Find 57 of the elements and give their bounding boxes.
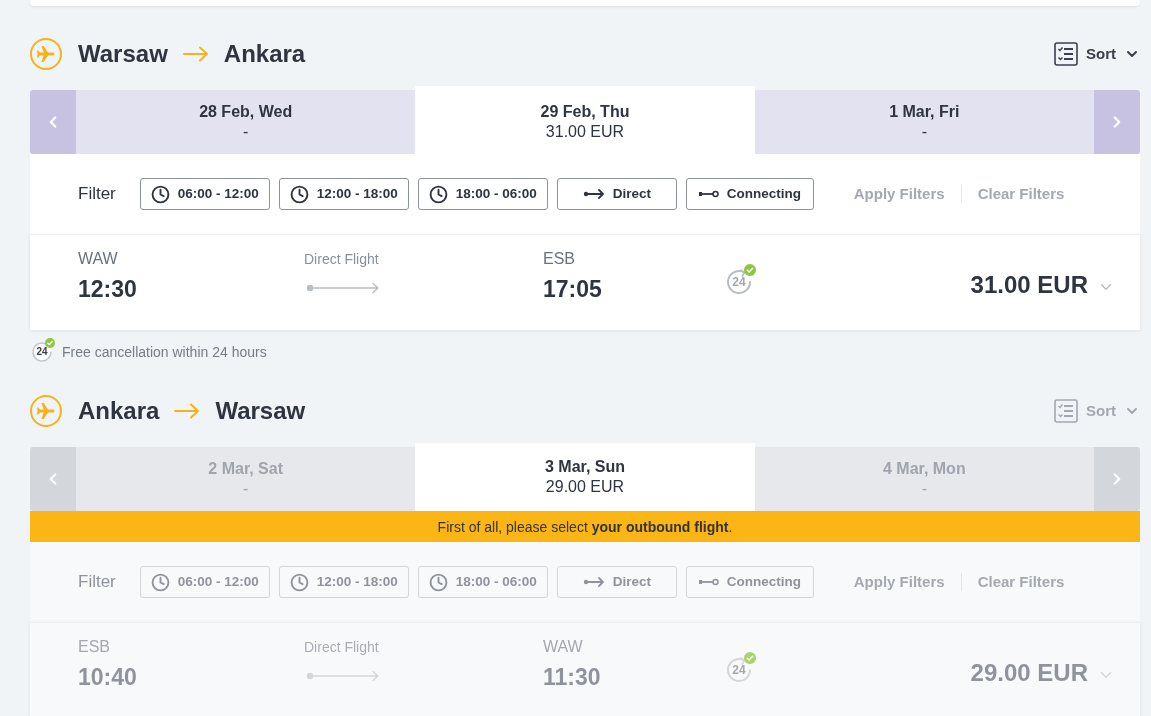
departure-time: 12:30 (78, 275, 137, 304)
connecting-filter-button[interactable]: Connecting (685, 178, 814, 210)
next-date-button[interactable] (1094, 90, 1140, 154)
destination-code: ESB (543, 249, 575, 269)
filter-label: Filter (78, 183, 116, 205)
route-type: Direct Flight (304, 250, 379, 269)
date-tab[interactable]: 28 Feb, Wed - (76, 90, 416, 154)
sort-button[interactable]: Sort (1054, 42, 1140, 66)
connection-line-icon (698, 190, 719, 198)
flight-price: 31.00 EUR (970, 270, 1088, 300)
destination-code: WAW (543, 637, 583, 657)
plane-icon (30, 395, 62, 427)
time-filter-button[interactable]: 06:00 - 12:00 (139, 178, 270, 210)
plane-icon (30, 38, 62, 70)
direct-route-icon (306, 282, 380, 294)
clock-icon (289, 184, 309, 204)
check-badge-icon (744, 652, 756, 664)
arrow-right-icon (182, 46, 209, 62)
sort-list-icon (1054, 399, 1078, 423)
arrow-right-icon (582, 577, 605, 587)
departure-time: 10:40 (78, 663, 137, 692)
origin-code: WAW (78, 249, 118, 269)
time-filter-button[interactable]: 18:00 - 06:00 (417, 178, 548, 210)
clock-icon (428, 572, 448, 592)
direct-filter-button[interactable]: Direct (556, 178, 677, 210)
filter-label: Filter (78, 571, 116, 593)
clock-icon (428, 184, 448, 204)
origin-city: Warsaw (78, 39, 168, 69)
circular-arrow-icon (724, 267, 754, 297)
connection-line-icon (698, 578, 719, 586)
previous-date-button[interactable] (30, 90, 76, 154)
route-type: Direct Flight (304, 638, 379, 657)
clock-icon (289, 572, 309, 592)
circular-arrow-icon (724, 655, 754, 685)
free-cancellation-note: Free cancellation within 24 hours (62, 342, 267, 361)
flight-price: 29.00 EUR (970, 658, 1088, 688)
clock-icon (150, 572, 170, 592)
arrival-time: 17:05 (543, 275, 602, 304)
date-tab[interactable]: 1 Mar, Fri - (754, 90, 1094, 154)
destination-city: Ankara (223, 39, 306, 69)
notice-text: First of all, please select your outbound flight. (437, 517, 733, 536)
sort-list-icon (1054, 42, 1078, 66)
hours-number: 24 (36, 345, 48, 358)
arrow-right-icon (174, 403, 201, 419)
hours-number: 24 (732, 275, 746, 289)
direct-route-icon (306, 670, 380, 682)
clock-icon (150, 184, 170, 204)
time-filter-button[interactable]: 12:00 - 18:00 (278, 178, 409, 210)
check-badge-icon (45, 337, 55, 348)
arrow-right-icon (582, 189, 605, 199)
origin-code: ESB (78, 637, 110, 657)
arrival-time: 11:30 (543, 663, 601, 692)
hours-number: 24 (732, 663, 746, 677)
check-badge-icon (744, 264, 756, 276)
flight-card[interactable]: WAW 12:30 Direct Flight ESB 17:05 24 31.00 EUR (30, 234, 1140, 330)
destination-city: Warsaw (215, 396, 306, 426)
origin-city: Ankara (78, 396, 160, 426)
